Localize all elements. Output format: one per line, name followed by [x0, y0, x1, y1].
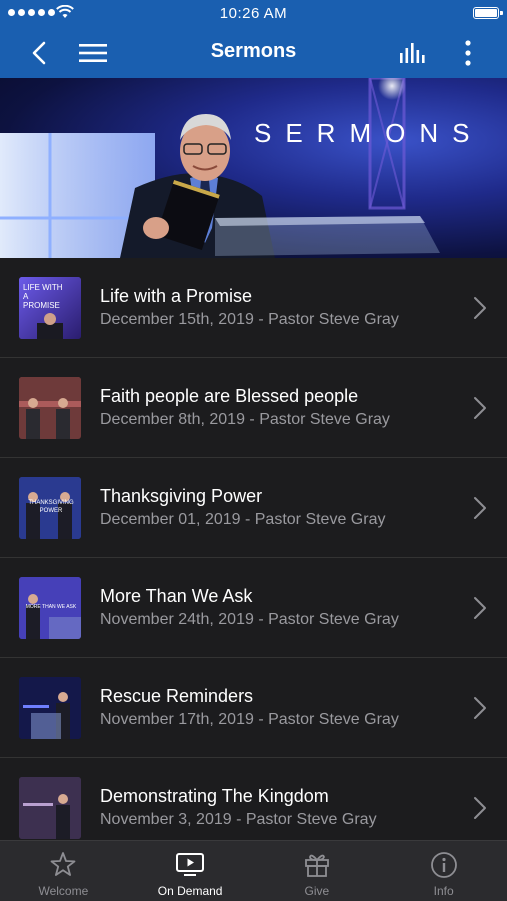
tab-label: Give — [304, 884, 330, 898]
sermon-title: Rescue Reminders — [100, 686, 254, 706]
tab-label: Info — [433, 884, 454, 898]
tab-info[interactable]: Info — [380, 841, 507, 901]
sermon-thumbnail — [19, 777, 81, 839]
tab-give[interactable]: Give — [254, 841, 381, 901]
sermons-hero-banner: SERMONS — [0, 78, 507, 258]
tab-bar: Welcome On Demand Give Info — [0, 840, 507, 901]
hero-title: SERMONS — [254, 118, 484, 148]
sermon-title: Life with a Promise — [100, 286, 253, 306]
sermon-row[interactable]: THANKSGIVING POWER Thanksgiving Power De… — [0, 458, 507, 558]
tab-label: Welcome — [38, 884, 89, 898]
sermon-title: More Than We Ask — [100, 586, 253, 606]
chevron-right-icon — [474, 497, 486, 519]
more-button[interactable] — [451, 36, 485, 70]
tab-on-demand[interactable]: On Demand — [127, 841, 254, 901]
chevron-right-icon — [474, 597, 486, 619]
sermon-thumbnail — [19, 377, 81, 439]
sermon-thumbnail: MORE THAN WE ASK — [19, 577, 81, 639]
sermon-row[interactable]: MORE THAN WE ASK More Than We Ask Novemb… — [0, 558, 507, 658]
sermon-subtitle: November 3, 2019 - Pastor Steve Gray — [100, 811, 377, 828]
info-icon — [430, 852, 457, 878]
sermon-row[interactable]: Rescue Reminders November 17th, 2019 - P… — [0, 658, 507, 758]
sermon-subtitle: November 17th, 2019 - Pastor Steve Gray — [100, 711, 399, 728]
chevron-right-icon — [474, 397, 486, 419]
audio-button[interactable] — [397, 36, 431, 70]
sermon-title: Demonstrating The Kingdom — [100, 786, 329, 806]
sermon-subtitle: December 15th, 2019 - Pastor Steve Gray — [100, 311, 399, 328]
audio-levels-icon — [400, 43, 425, 63]
tv-play-icon — [176, 853, 205, 876]
tab-welcome[interactable]: Welcome — [0, 841, 127, 901]
thumbnail-text: THANKSGIVING POWER — [28, 500, 74, 514]
hero-stage-graphic — [0, 78, 440, 258]
sermon-thumbnail — [19, 677, 81, 739]
thumbnail-text: LIFE WITH A PROMISE — [23, 283, 63, 310]
sermon-row[interactable]: LIFE WITH A PROMISE Life with a Promise … — [0, 258, 507, 358]
thumbnail-text: MORE THAN WE ASK — [25, 604, 77, 610]
status-bar: 10:26 AM — [0, 0, 507, 28]
chevron-right-icon — [474, 697, 486, 719]
sermon-subtitle: December 01, 2019 - Pastor Steve Gray — [100, 511, 386, 528]
top-bar: 10:26 AM Sermons — [0, 0, 507, 78]
sermon-subtitle: December 8th, 2019 - Pastor Steve Gray — [100, 411, 390, 428]
sermon-title: Thanksgiving Power — [100, 486, 263, 506]
sermon-thumbnail: LIFE WITH A PROMISE — [19, 277, 81, 339]
star-icon — [50, 852, 76, 876]
tab-label: On Demand — [157, 884, 223, 898]
sermon-thumbnail: THANKSGIVING POWER — [19, 477, 81, 539]
sermon-title: Faith people are Blessed people — [100, 386, 359, 406]
sermon-row[interactable]: Faith people are Blessed people December… — [0, 358, 507, 458]
nav-bar: Sermons — [0, 28, 507, 78]
sermon-subtitle: November 24th, 2019 - Pastor Steve Gray — [100, 611, 399, 628]
battery-icon — [473, 7, 503, 19]
gift-icon — [304, 854, 329, 877]
status-time: 10:26 AM — [219, 5, 288, 22]
sermon-row[interactable]: Demonstrating The Kingdom November 3, 20… — [0, 758, 507, 840]
chevron-right-icon — [474, 797, 486, 819]
sermon-list: LIFE WITH A PROMISE Life with a Promise … — [0, 258, 507, 840]
more-vertical-icon — [465, 40, 471, 66]
chevron-right-icon — [474, 297, 486, 319]
